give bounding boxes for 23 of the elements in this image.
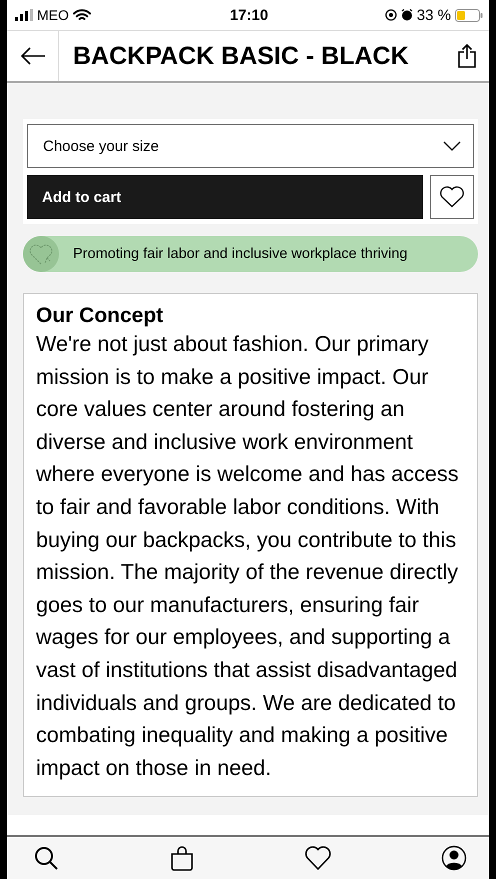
alarm-icon: [400, 9, 413, 21]
clock-time: 17:10: [230, 6, 268, 24]
heart-icon: [439, 186, 465, 208]
banner-text: Promoting fair labor and inclusive workplace thriving: [73, 246, 408, 262]
shopping-bag-icon[interactable]: [169, 845, 195, 871]
signal-icon: [15, 9, 33, 21]
product-title: BACKPACK BASIC - BLACK: [72, 42, 410, 70]
chevron-down-icon: [443, 141, 461, 151]
search-icon[interactable]: [33, 845, 59, 871]
concept-paragraph: We're not just about fashion. Our primary mission is to make a positive impact. Our core values center around fostering an diverse and inclusive work environment where everyone is welcome and has access to fair and favorable labor conditions. With buying our backpacks, you contribute to this mission. The majority of the revenue directly goes to our manufacturers, ensuring fair wages for our employees, and supporting a vast of institutions that assist disadvantaged individuals and groups. We are dedicated to combating inequality and making a positive impact on those in need.: [36, 330, 460, 782]
carrier-name: MEO: [37, 7, 69, 23]
profile-icon[interactable]: [441, 845, 467, 871]
heart-icon[interactable]: [305, 845, 331, 871]
concept-heading: Our Concept: [36, 304, 164, 328]
orientation-lock-icon: [384, 9, 397, 21]
share-icon: [458, 44, 476, 68]
back-arrow-icon: [20, 46, 46, 66]
battery-icon: [455, 8, 483, 22]
size-select[interactable]: Choose your size: [27, 124, 474, 168]
battery-percent: 33 %: [416, 6, 451, 24]
wishlist-button[interactable]: [430, 175, 474, 219]
wifi-icon: [72, 8, 91, 22]
add-to-cart-button[interactable]: Add to cart: [27, 175, 423, 219]
